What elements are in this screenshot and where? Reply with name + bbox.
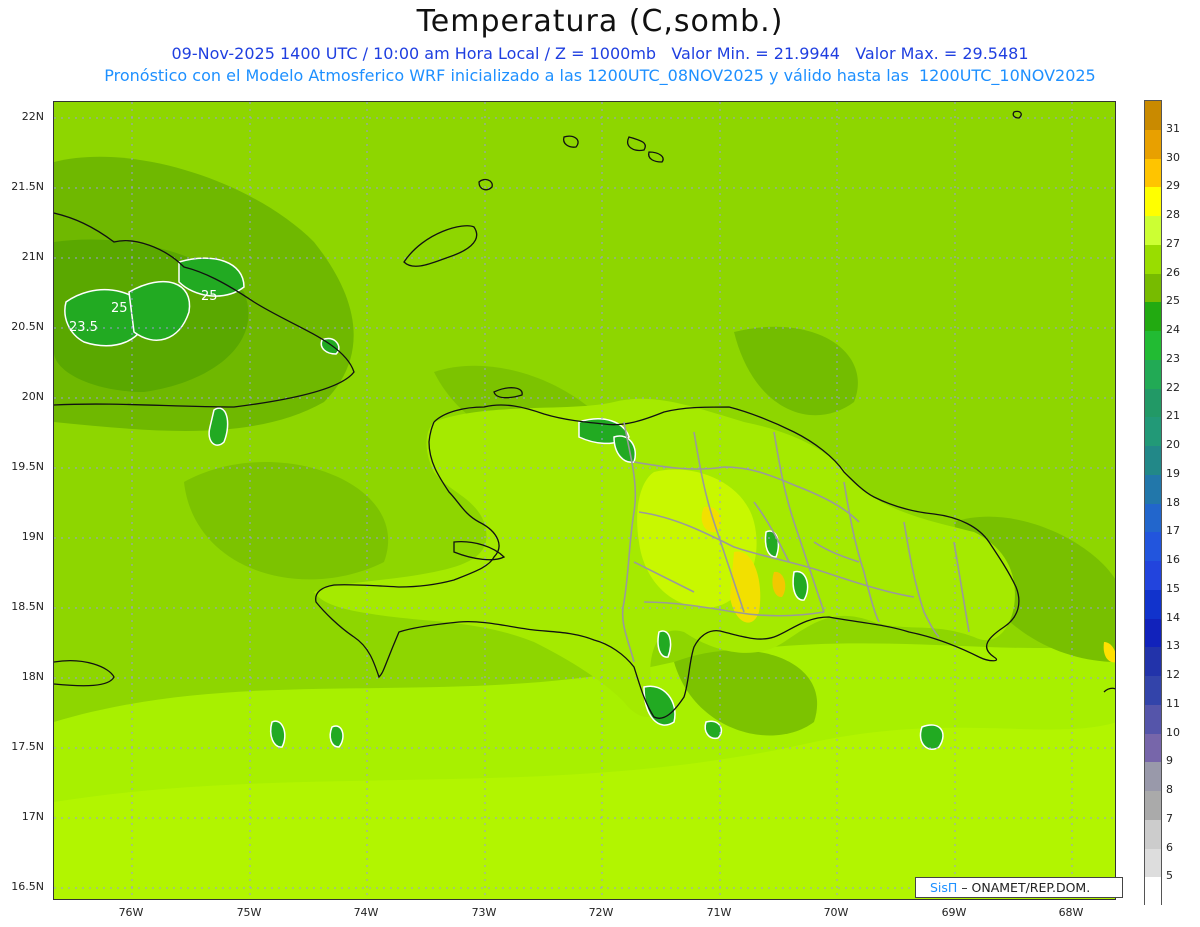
colorbar-label: 22: [1166, 380, 1180, 394]
colorbar-label: 15: [1166, 581, 1180, 595]
colorbar-label: 12: [1166, 668, 1180, 681]
colorbar-label: 13: [1166, 639, 1180, 653]
cool-cell-15: [704, 720, 723, 740]
lon-label-74w: 74W: [353, 906, 379, 919]
colorbar-label: 26: [1166, 265, 1180, 279]
colorbar-swatch: [1145, 417, 1161, 447]
colorbar-swatch: [1145, 244, 1161, 274]
lon-label-68w: 68W: [1058, 906, 1084, 919]
lon-label-76w: 76W: [118, 906, 144, 919]
lat-label-18n: 18N: [21, 670, 44, 683]
colorbar-label: 10: [1166, 725, 1180, 739]
lon-label-73w: 73W: [471, 906, 497, 919]
colorbar-swatch: [1145, 532, 1161, 562]
lat-label-17n: 17N: [21, 810, 44, 823]
colorbar-label: 5: [1166, 869, 1173, 883]
lat-label-22n: 22N: [21, 110, 44, 123]
colorbar-swatch: [1145, 676, 1161, 706]
colorbar-swatch: [1145, 187, 1161, 217]
lon-label-70w: 70W: [823, 906, 849, 919]
colorbar-label: 9: [1166, 754, 1173, 768]
lat-label-21-5n: 21.5N: [11, 180, 44, 193]
lat-label-19-5n: 19.5N: [11, 460, 44, 473]
lat-label-20n: 20N: [21, 390, 44, 403]
colorbar-swatch: [1145, 704, 1161, 734]
credit-text: – ONAMET/REP.DOM.: [961, 880, 1091, 895]
colorbar-label: 30: [1166, 150, 1180, 164]
colorbar-label: 31: [1166, 121, 1180, 135]
colorbar-label: 17: [1166, 524, 1180, 538]
valid-time-subtitle: 09-Nov-2025 1400 UTC / 10:00 am Hora Loc…: [171, 44, 1029, 63]
colorbar-swatch: [1145, 129, 1161, 159]
credit-logo-text: SisΠ: [930, 880, 958, 895]
colorbar-swatch: [1145, 762, 1161, 792]
colorbar-swatch: [1145, 647, 1161, 677]
lon-label-69w: 69W: [941, 906, 967, 919]
colorbar-swatch: [1145, 733, 1161, 763]
colorbar-swatch: [1145, 388, 1161, 418]
colorbar-swatch: [1145, 302, 1161, 332]
colorbar-label: 16: [1166, 553, 1180, 566]
colorbar-swatch: [1145, 273, 1161, 303]
cool-cell-12: [919, 724, 944, 750]
cool-cell-11: [792, 570, 809, 601]
colorbar-label: 19: [1166, 466, 1180, 480]
lon-label-72w: 72W: [588, 906, 614, 919]
colorbar-swatch: [1145, 877, 1161, 907]
colorbar-label: 23: [1166, 351, 1180, 365]
colorbar-label: 18: [1166, 495, 1180, 509]
lat-label-20-5n: 20.5N: [11, 320, 44, 333]
colorbar-label: 20: [1166, 438, 1180, 451]
lon-label-71w: 71W: [706, 906, 732, 919]
contour-label-1: 23.5: [69, 320, 98, 335]
colorbar-swatch: [1145, 446, 1161, 476]
colorbar-swatch: [1145, 589, 1161, 619]
model-info-subtitle: Pronóstico con el Modelo Atmosferico WRF…: [104, 66, 1096, 85]
cool-cell-14: [329, 725, 344, 748]
colorbar-swatch: [1145, 331, 1161, 361]
colorbar-label: 7: [1166, 811, 1173, 825]
cool-cell-9: [657, 630, 672, 658]
colorbar-swatch: [1145, 561, 1161, 591]
colorbar-label: 29: [1166, 179, 1180, 193]
lat-label-21n: 21N: [21, 250, 44, 263]
map-title: Temperatura (C,somb.): [416, 4, 784, 39]
temperature-colorbar: [1144, 100, 1162, 907]
colorbar-swatch: [1145, 474, 1161, 504]
colorbar-label: 24: [1166, 323, 1180, 336]
colorbar-swatch: [1145, 819, 1161, 849]
colorbar-swatch: [1145, 618, 1161, 648]
credit-box: SisΠ – ONAMET/REP.DOM.: [915, 877, 1123, 898]
colorbar-label: 21: [1166, 409, 1180, 423]
colorbar-label: 27: [1166, 236, 1180, 250]
colorbar-label: 25: [1166, 294, 1180, 308]
colorbar-swatch: [1145, 101, 1161, 131]
colorbar-swatch: [1145, 158, 1161, 188]
colorbar-label: 8: [1166, 783, 1173, 796]
colorbar-swatch: [1145, 216, 1161, 246]
contour-label-3: 25: [201, 289, 218, 304]
lat-label-18-5n: 18.5N: [11, 600, 44, 613]
lat-label-19n: 19N: [21, 530, 44, 543]
lat-label-17-5n: 17.5N: [11, 740, 44, 753]
colorbar-swatch: [1145, 848, 1161, 878]
colorbar-swatch: [1145, 791, 1161, 821]
colorbar-label: 14: [1166, 610, 1180, 624]
colorbar-label: 28: [1166, 208, 1180, 221]
colorbar-label: 11: [1166, 696, 1180, 710]
lat-label-16-5n: 16.5N: [11, 880, 44, 893]
lon-label-75w: 75W: [236, 906, 262, 919]
contour-label-2: 25: [111, 301, 128, 316]
colorbar-swatch: [1145, 359, 1161, 389]
colorbar-swatch: [1145, 503, 1161, 533]
colorbar-label: 6: [1166, 840, 1173, 854]
temperature-map: 23.5 25 25: [53, 101, 1116, 900]
